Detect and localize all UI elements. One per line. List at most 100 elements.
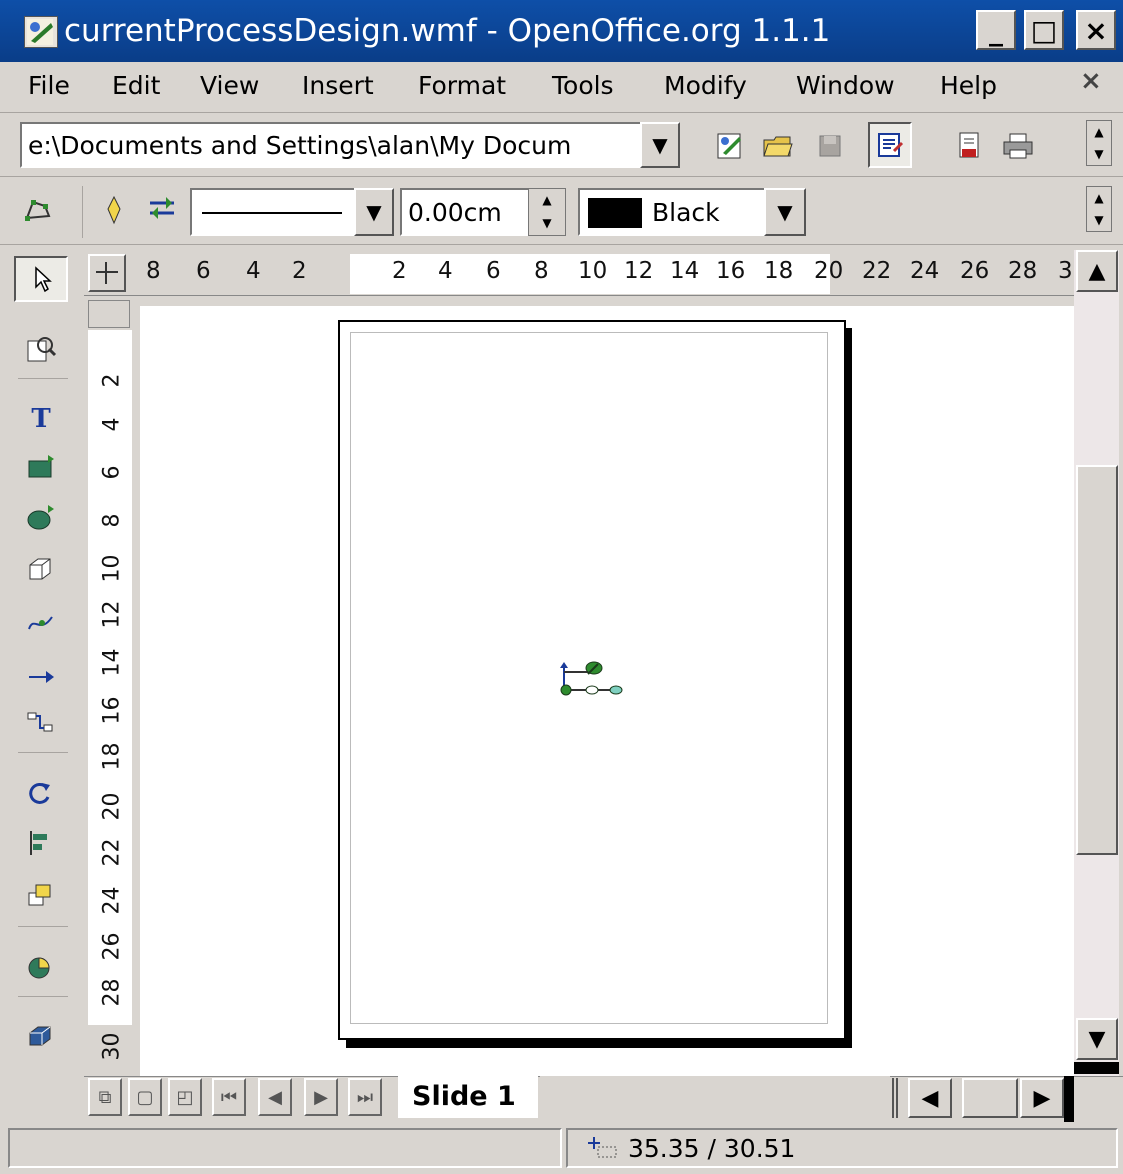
horizontal-scroll-thumb[interactable] — [962, 1078, 1018, 1118]
color-name: Black — [652, 198, 720, 227]
line-width-spinner[interactable]: ▲ ▼ — [528, 188, 566, 236]
maximize-button[interactable]: □ — [1024, 10, 1064, 50]
tool-separator-2 — [18, 752, 68, 753]
edit-mode-button[interactable] — [868, 122, 912, 168]
menu-format[interactable]: Format — [418, 70, 506, 102]
tab-stop-icon — [96, 262, 118, 284]
menu-view[interactable]: View — [200, 70, 259, 102]
line-width-field[interactable]: 0.00cm — [400, 188, 532, 236]
menu-window[interactable]: Window — [796, 70, 895, 102]
ruler-tick-label: 22 — [99, 838, 125, 867]
next-slide-button[interactable]: ▶ — [304, 1078, 338, 1116]
menu-edit[interactable]: Edit — [112, 70, 160, 102]
alignment-tool[interactable] — [14, 820, 68, 866]
line-arrow-tool[interactable] — [14, 650, 68, 696]
line-style-dropdown[interactable]: ▼ — [354, 188, 394, 236]
ruler-tick-label: 26 — [99, 932, 125, 961]
process-design-graphic[interactable] — [554, 658, 626, 700]
path-combobox[interactable]: e:\Documents and Settings\alan\My Docum — [20, 122, 642, 168]
position-icon — [588, 1137, 617, 1158]
zoom-icon — [27, 337, 57, 362]
insert-chart-tool[interactable] — [14, 944, 68, 990]
points-icon[interactable] — [20, 192, 56, 228]
ellipse-icon — [27, 505, 54, 530]
ruler-tick-label: 12 — [99, 600, 125, 629]
status-position-panel: 35.35 / 30.51 — [566, 1128, 1118, 1168]
tab-stop-button[interactable] — [88, 254, 126, 292]
scroll-down-button[interactable]: ▼ — [1076, 1018, 1118, 1060]
ruler-tick-label: 6 — [486, 258, 501, 284]
arrow-style-icon[interactable] — [144, 190, 180, 226]
previous-slide-icon: ◀ — [268, 1086, 282, 1108]
arrange-icon — [28, 884, 51, 906]
toolbar-separator-2 — [0, 176, 1123, 177]
minimize-button[interactable]: _ — [976, 10, 1016, 50]
first-slide-button[interactable]: ⏮ — [212, 1078, 246, 1116]
curve-icon — [28, 616, 53, 630]
print-icon[interactable] — [1000, 128, 1036, 164]
line-color-combobox[interactable]: Black — [578, 188, 770, 236]
line-style-combobox[interactable] — [190, 188, 360, 236]
rectangle-icon — [28, 455, 54, 478]
tool-separator-3 — [18, 926, 68, 927]
last-slide-button[interactable]: ⏭ — [348, 1078, 382, 1116]
ruler-tick-label: 6 — [196, 258, 211, 284]
ruler-tick-label: 26 — [960, 258, 990, 284]
ruler-tick-label: 28 — [1008, 258, 1038, 284]
menu-close-icon[interactable]: × — [1080, 66, 1102, 96]
drawing-view-icon: ⧉ — [98, 1086, 112, 1108]
edit-file-icon[interactable] — [712, 128, 748, 164]
toolbar-scroll-spinner-2[interactable]: ▲ ▼ — [1086, 186, 1112, 232]
curve-tool[interactable] — [14, 598, 68, 644]
text-tool[interactable]: T — [14, 396, 68, 442]
first-slide-icon: ⏮ — [220, 1086, 238, 1108]
vertical-scroll-thumb[interactable] — [1076, 465, 1118, 855]
select-tool[interactable] — [14, 256, 68, 302]
connector-tool[interactable] — [14, 698, 68, 744]
export-pdf-icon[interactable] — [952, 128, 988, 164]
menu-tools[interactable]: Tools — [552, 70, 614, 102]
ruler-tick-label: 2 — [392, 258, 407, 284]
tab-splitter[interactable] — [892, 1078, 898, 1118]
menu-file[interactable]: File — [28, 70, 70, 102]
3d-objects-tool[interactable] — [14, 546, 68, 592]
drawing-view-button[interactable]: ⧉ — [88, 1078, 122, 1116]
cube-icon — [29, 558, 51, 580]
ruler-tick-label: 16 — [716, 258, 746, 284]
3d-effects-tool[interactable] — [14, 1012, 68, 1058]
app-icon — [24, 16, 58, 48]
ruler-tick-label: 16 — [99, 696, 125, 725]
menu-help[interactable]: Help — [940, 70, 997, 102]
line-color-dropdown[interactable]: ▼ — [764, 188, 806, 236]
ruler-tick-label: 24 — [99, 886, 125, 915]
open-folder-icon[interactable] — [760, 128, 796, 164]
pointer-icon — [35, 266, 52, 293]
outline-view-button[interactable]: ▢ — [128, 1078, 162, 1116]
ruler-tick-label: 14 — [99, 648, 125, 677]
arrange-tool[interactable] — [14, 872, 68, 918]
close-button[interactable]: × — [1076, 10, 1116, 50]
ellipse-tool[interactable] — [14, 494, 68, 540]
zoom-tool[interactable] — [14, 326, 68, 372]
ruler-tick-label: 4 — [438, 258, 453, 284]
status-message-panel — [8, 1128, 562, 1168]
toolbar-separator-3 — [0, 244, 1123, 245]
toolbar-scroll-spinner[interactable]: ▲ ▼ — [1086, 120, 1112, 166]
menu-insert[interactable]: Insert — [302, 70, 374, 102]
scroll-right-button[interactable]: ▶ — [1020, 1078, 1064, 1118]
path-dropdown-button[interactable]: ▼ — [640, 122, 680, 168]
scroll-left-button[interactable]: ◀ — [908, 1078, 952, 1118]
scroll-up-button[interactable]: ▲ — [1076, 250, 1118, 292]
layer-view-icon: ◰ — [176, 1086, 194, 1108]
menu-modify[interactable]: Modify — [664, 70, 747, 102]
line-pen-icon[interactable] — [96, 192, 132, 228]
rotate-tool[interactable] — [14, 770, 68, 816]
layer-view-button[interactable]: ◰ — [168, 1078, 202, 1116]
save-icon[interactable] — [812, 128, 848, 164]
previous-slide-button[interactable]: ◀ — [258, 1078, 292, 1116]
rectangle-tool[interactable] — [14, 444, 68, 490]
slide-tab[interactable]: Slide 1 — [398, 1074, 538, 1118]
tool-separator — [18, 378, 68, 379]
window-title: currentProcessDesign.wmf - OpenOffice.or… — [64, 13, 831, 49]
arrow-icon — [29, 671, 54, 683]
